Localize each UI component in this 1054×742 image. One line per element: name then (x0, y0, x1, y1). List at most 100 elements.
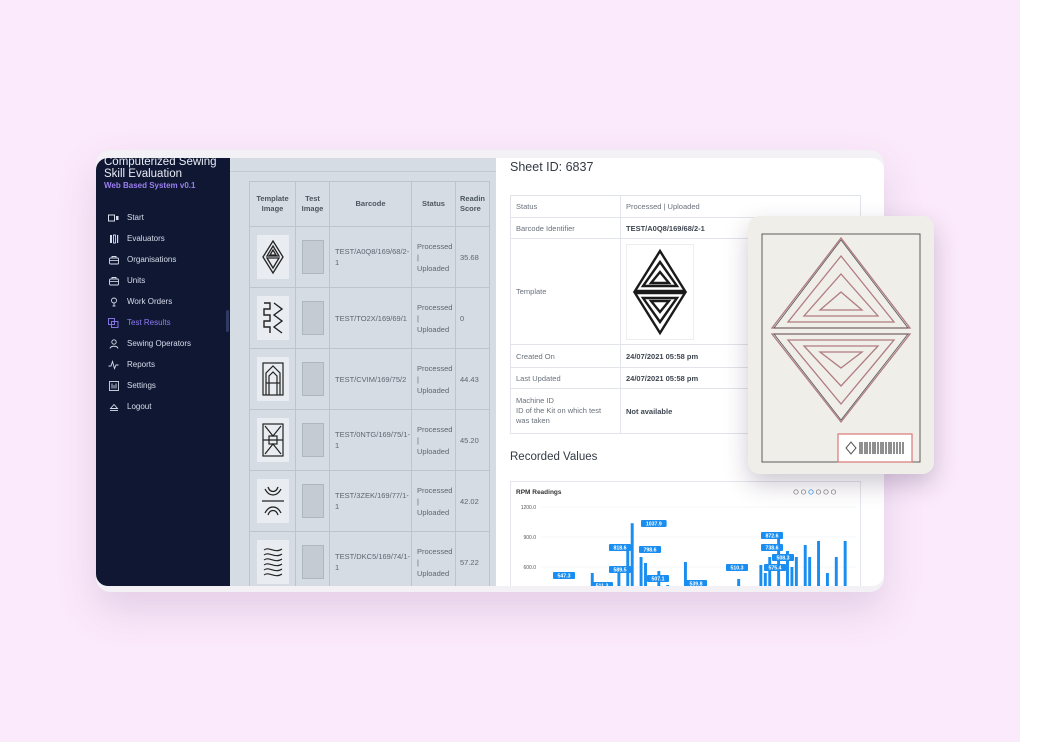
rpm-chart: RPM Readings 1200.0 900.0 600.0 1037.9 818.… (516, 489, 856, 586)
sidebar-item-label: Settings (127, 381, 156, 390)
status-line: Uploaded (417, 263, 450, 273)
barcode-cell: TEST/3ZEK/169/77/1-1 (329, 470, 412, 532)
barcode-cell: TEST/DKC5/169/74/1-1 (329, 531, 412, 586)
sewing-operators-icon (107, 338, 120, 349)
status-cell: Processed | Uploaded (411, 470, 456, 532)
template-label: Template (510, 238, 621, 345)
sidebar-item-reports[interactable]: Reports (96, 354, 230, 375)
status-line: | (417, 496, 419, 506)
test-image-thumbnail[interactable] (301, 362, 324, 396)
status-label: Status (510, 195, 621, 218)
sidebar-item-sewing-operators[interactable]: Sewing Operators (96, 333, 230, 354)
data-label: 510.3 (731, 565, 744, 571)
test-image-thumbnail[interactable] (301, 240, 324, 274)
data-label: 575.4 (769, 565, 782, 571)
sidebar-item-test-results[interactable]: Test Results (96, 312, 230, 333)
col-barcode[interactable]: Barcode (329, 181, 412, 227)
status-line: Processed (417, 302, 453, 312)
status-cell: Processed | Uploaded (411, 287, 456, 349)
status-line: Processed (417, 485, 453, 495)
table-row[interactable]: TEST/DKC5/169/74/1-1 Processed | Uploaded … (249, 531, 490, 586)
table-header-row: Template Image Test Image Barcode Status… (249, 181, 490, 227)
status-cell: Processed | Uploaded (411, 409, 456, 471)
col-status[interactable]: Status (411, 181, 456, 227)
data-label: 1037.9 (646, 521, 662, 527)
status-line: | (417, 313, 419, 323)
zoom-in-icon[interactable] (793, 489, 799, 495)
work-orders-icon (107, 297, 120, 307)
status-line: Uploaded (417, 568, 450, 578)
sidebar-item-label: Organisations (127, 255, 177, 264)
test-image-thumbnail[interactable] (301, 545, 324, 579)
zoom-out-icon[interactable] (800, 489, 807, 495)
sidebar-item-evaluators[interactable]: Evaluators (96, 228, 230, 249)
sidebar-item-label: Reports (127, 360, 156, 369)
app-subtitle: Web Based System v0.1 (104, 181, 196, 190)
template-thumbnail[interactable] (256, 418, 289, 462)
score-cell: 42.02 (455, 470, 490, 532)
table-row[interactable]: TEST/0NTG/169/75/1-1 Processed | Uploaded … (249, 409, 490, 471)
table-row[interactable]: TEST/3ZEK/169/77/1-1 Processed | Uploaded … (249, 470, 490, 532)
machine-id-label-desc: ID of the Kit on which test was taken (516, 406, 602, 425)
y-tick-label: 1200.0 (521, 505, 537, 511)
chart-bar (817, 541, 821, 586)
status-line: Processed (417, 241, 453, 251)
data-label: 547.3 (558, 573, 571, 579)
sidebar-item-logout[interactable]: Logout (96, 396, 230, 417)
score-cell: 35.68 (455, 226, 490, 288)
menu-icon[interactable] (830, 489, 837, 495)
sewn-test-sheet-photo (748, 216, 934, 474)
units-icon (107, 276, 120, 286)
pan-icon[interactable] (815, 489, 822, 495)
machine-id-label-title: Machine ID (516, 396, 554, 405)
status-value: Processed | Uploaded (620, 195, 861, 218)
table-row[interactable]: TEST/CVIM/169/75/2 Processed | Uploaded 44… (249, 348, 490, 410)
template-thumbnail[interactable] (256, 235, 289, 279)
chart-bar (768, 557, 772, 586)
col-test-image[interactable]: Test Image (295, 181, 330, 227)
sidebar-item-label: Evaluators (127, 234, 165, 243)
organisations-icon (107, 255, 120, 265)
home-icon[interactable] (823, 489, 829, 495)
template-image[interactable] (626, 243, 694, 340)
data-label: 818.6 (614, 545, 627, 551)
test-image-thumbnail[interactable] (301, 423, 324, 457)
sidebar-item-organisations[interactable]: Organisations (96, 249, 230, 270)
table-row[interactable]: TEST/TO2X/169/69/1 Processed | Uploaded 0 (249, 287, 490, 349)
status-line: | (417, 252, 419, 262)
status-cell: Processed | Uploaded (411, 348, 456, 410)
rpm-chart-container: RPM Readings 1200.0 900.0 600.0 1037.9 818.… (510, 481, 861, 586)
test-image-thumbnail[interactable] (301, 484, 324, 518)
sidebar-item-label: Test Results (127, 318, 171, 327)
test-results-table: Template Image Test Image Barcode Status… (249, 181, 490, 586)
status-line: Uploaded (417, 507, 450, 517)
created-on-label: Created On (510, 344, 621, 368)
data-label: 738.6 (766, 545, 779, 551)
sidebar-item-settings[interactable]: Settings (96, 375, 230, 396)
reports-icon (107, 359, 120, 370)
template-thumbnail[interactable] (256, 479, 289, 523)
sidebar-scrollbar[interactable] (226, 310, 229, 332)
sidebar-item-start[interactable]: Start (96, 207, 230, 228)
chart-bar (639, 557, 643, 586)
template-thumbnail[interactable] (256, 296, 289, 340)
col-score[interactable]: Readin Score (455, 181, 490, 227)
chart-bar (759, 565, 763, 586)
sidebar-item-units[interactable]: Units (96, 270, 230, 291)
start-icon (107, 213, 120, 223)
chart-bar (644, 563, 647, 586)
data-label: 872.6 (766, 533, 779, 539)
zoom-icon[interactable] (808, 489, 814, 495)
sidebar-item-work-orders[interactable]: Work Orders (96, 291, 230, 312)
test-image-thumbnail[interactable] (301, 301, 324, 335)
col-template-image[interactable]: Template Image (249, 181, 296, 227)
status-line: Uploaded (417, 324, 450, 334)
status-line: | (417, 557, 419, 567)
barcode-cell: TEST/0NTG/169/75/1-1 (329, 409, 412, 471)
table-row[interactable]: TEST/A0Q8/169/68/2-1 Processed | Uploaded … (249, 226, 490, 288)
chart-title: RPM Readings (516, 489, 562, 496)
logout-icon (107, 402, 120, 412)
barcode-cell: TEST/TO2X/169/69/1 (329, 287, 412, 349)
template-thumbnail[interactable] (256, 357, 289, 401)
template-thumbnail[interactable] (256, 540, 289, 584)
